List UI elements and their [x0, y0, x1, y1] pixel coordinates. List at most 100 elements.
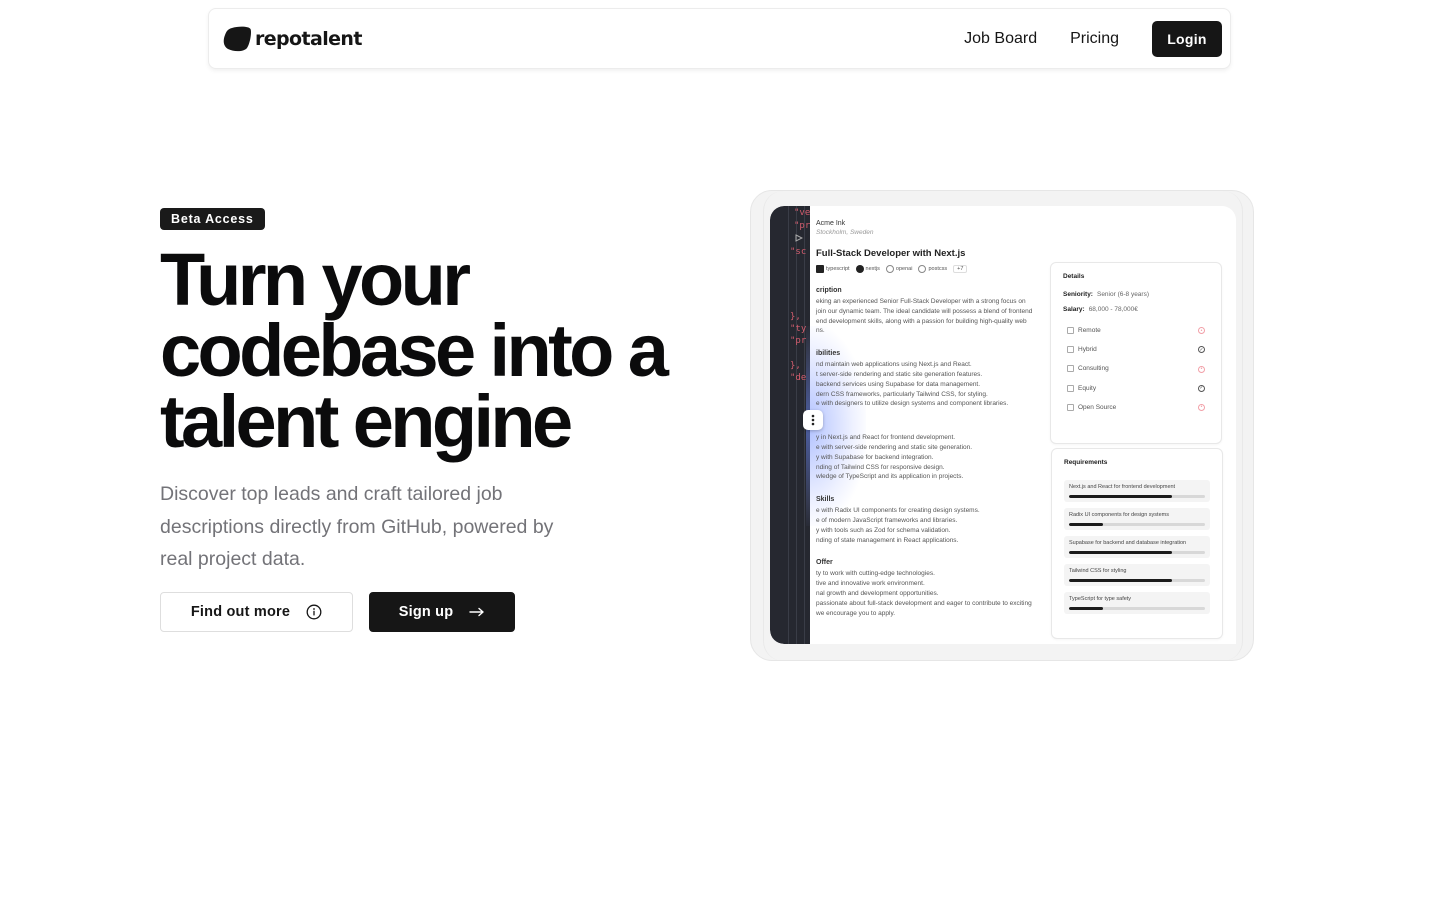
postcss-icon	[918, 265, 927, 273]
requirement-progress-fill	[1069, 607, 1103, 610]
details-title: Details	[1063, 273, 1085, 280]
logo-blob-icon	[223, 26, 252, 51]
home-icon	[1067, 327, 1074, 334]
find-out-more-label: Find out more	[190, 604, 291, 620]
list-item: e with designers to utilize design syste…	[816, 400, 1009, 408]
typescript-icon	[816, 265, 824, 273]
product-preview-frame: "ve "pr "sc }, "ty "pr }, "de Acme Ink S…	[750, 190, 1254, 661]
vertical-dots-icon	[811, 414, 815, 426]
list-item: e of modern JavaScript frameworks and li…	[816, 516, 958, 524]
chart-icon	[1067, 384, 1074, 392]
perk-row: Hybrid ✓	[1063, 346, 1209, 353]
find-out-more-button[interactable]: Find out more	[160, 592, 353, 632]
code-snippet: },	[790, 361, 801, 371]
code-snippet: "sc	[790, 247, 807, 257]
x-circle-icon: •	[1198, 403, 1205, 411]
list-item: we encourage you to apply.	[816, 609, 896, 617]
login-button[interactable]: Login	[1152, 20, 1222, 57]
perk-label: Equity	[1078, 384, 1097, 392]
section-heading-requirements: ts	[816, 423, 1061, 430]
sign-up-button[interactable]: Sign up	[369, 592, 515, 632]
section-heading-skills: Skills	[816, 496, 835, 504]
list-item: backend services using Supabase for data…	[816, 380, 981, 388]
text-line: eking an experienced Senior Full-Stack D…	[816, 298, 1026, 305]
perk-row: Open Source •	[1063, 403, 1209, 411]
hero-cta-row: Find out more Sign up	[160, 592, 515, 632]
section-body: eking an experienced Senior Full-Stack D…	[816, 297, 1061, 336]
text-line: join our dynamic team. The ideal candida…	[816, 307, 1033, 315]
list-item: y in Next.js and React for frontend deve…	[816, 434, 956, 442]
seniority-value: Senior (6-8 years)	[1096, 291, 1150, 298]
requirement-progress-bar	[1069, 579, 1205, 582]
code-snippet: "pr	[790, 336, 807, 346]
requirements-title: Requirements	[1064, 459, 1108, 466]
seniority-row: Seniority: Senior (6-8 years)	[1063, 291, 1209, 298]
split-divider-handle[interactable]	[803, 410, 823, 430]
requirement-item: Tailwind CSS for styling	[1064, 564, 1210, 586]
openai-icon	[885, 265, 894, 273]
list-item: nal growth and development opportunities…	[816, 589, 939, 597]
requirement-label: Next.js and React for frontend developme…	[1069, 484, 1176, 490]
code-snippet: "ty	[790, 324, 807, 334]
list-item: ty to work with cutting-edge technologie…	[816, 570, 935, 578]
check-circle-icon: ✓	[1198, 384, 1205, 392]
section-heading-responsibilities: ibilities	[816, 350, 841, 358]
section-body: y in Next.js and React for frontend deve…	[816, 433, 1061, 482]
requirement-item: Next.js and React for frontend developme…	[1064, 480, 1210, 502]
product-preview-screen: "ve "pr "sc }, "ty "pr }, "de Acme Ink S…	[770, 206, 1236, 644]
requirement-progress-bar	[1069, 523, 1205, 526]
seniority-label: Seniority:	[1063, 291, 1093, 298]
requirement-progress-fill	[1069, 523, 1103, 526]
requirement-label: Tailwind CSS for styling	[1069, 568, 1127, 574]
tag-typescript: typescript	[816, 265, 850, 273]
requirement-label: Supabase for backend and database integr…	[1069, 540, 1187, 546]
requirement-progress-bar	[1069, 607, 1205, 610]
requirement-label: Radix UI components for design systems	[1069, 512, 1169, 518]
code-snippet: "ve	[794, 208, 811, 218]
list-item: y with Supabase for backend integration.	[816, 453, 934, 461]
section-heading-description: cription	[816, 287, 842, 294]
job-description-document: Acme Ink Stockholm, Sweden Full-Stack De…	[816, 220, 1061, 618]
tag-postcss: postcss	[918, 265, 947, 273]
nav-link-job-board[interactable]: Job Board	[964, 30, 1037, 48]
nav-link-pricing[interactable]: Pricing	[1070, 30, 1119, 48]
list-item: y with tools such as Zod for schema vali…	[816, 526, 951, 534]
top-navbar: repotalent Job Board Pricing Login	[208, 8, 1231, 69]
text-line: ns.	[816, 327, 825, 335]
info-circle-icon	[306, 604, 322, 620]
list-item: nding of Tailwind CSS for responsive des…	[816, 463, 945, 471]
list-item: e with server-side rendering and static …	[816, 443, 973, 451]
text-line: end development skills, along with a pas…	[816, 317, 1027, 325]
requirements-card: Requirements Next.js and React for front…	[1051, 448, 1223, 639]
hero-headline: Turn your codebase into a talent engine	[160, 238, 669, 463]
list-item: t server-side rendering and static site …	[816, 370, 983, 378]
code-snippet: "pr	[794, 221, 811, 231]
building-icon	[1067, 346, 1074, 354]
nav-links: Job Board Pricing Login	[964, 20, 1222, 57]
section-body: nd maintain web applications using Next.…	[816, 360, 1061, 409]
requirement-progress-fill	[1069, 495, 1173, 498]
more-tags-badge[interactable]: +7	[953, 265, 968, 273]
perk-label: Hybrid	[1078, 346, 1097, 354]
salary-row: Salary: 68,000 - 78,000€	[1063, 306, 1209, 313]
tag-openai: openai	[885, 265, 912, 273]
requirement-label: TypeScript for type safety	[1069, 596, 1132, 602]
section-body: ty to work with cutting-edge technologie…	[816, 569, 1061, 618]
perk-row: Remote •	[1063, 327, 1209, 334]
brand-name: repotalent	[255, 27, 362, 50]
salary-label: Salary:	[1063, 306, 1085, 313]
requirement-progress-bar	[1069, 495, 1205, 498]
requirements-list: Next.js and React for frontend developme…	[1064, 480, 1210, 614]
details-card: Details Seniority: Senior (6-8 years) Sal…	[1050, 262, 1222, 444]
perk-row: Consulting •	[1063, 365, 1209, 373]
requirement-progress-fill	[1069, 579, 1173, 582]
hero-subtext: Discover top leads and craft tailored jo…	[160, 483, 554, 570]
perk-label: Consulting	[1078, 365, 1109, 373]
company-name: Acme Ink	[816, 220, 846, 227]
list-item: e with Radix UI components for creating …	[816, 507, 980, 515]
section-heading-offer: Offer	[816, 559, 833, 567]
brand-logo[interactable]: repotalent	[223, 26, 362, 52]
list-item: dern CSS frameworks, particularly Tailwi…	[816, 390, 988, 398]
x-circle-icon: •	[1198, 327, 1205, 335]
wrench-icon	[1067, 403, 1074, 411]
